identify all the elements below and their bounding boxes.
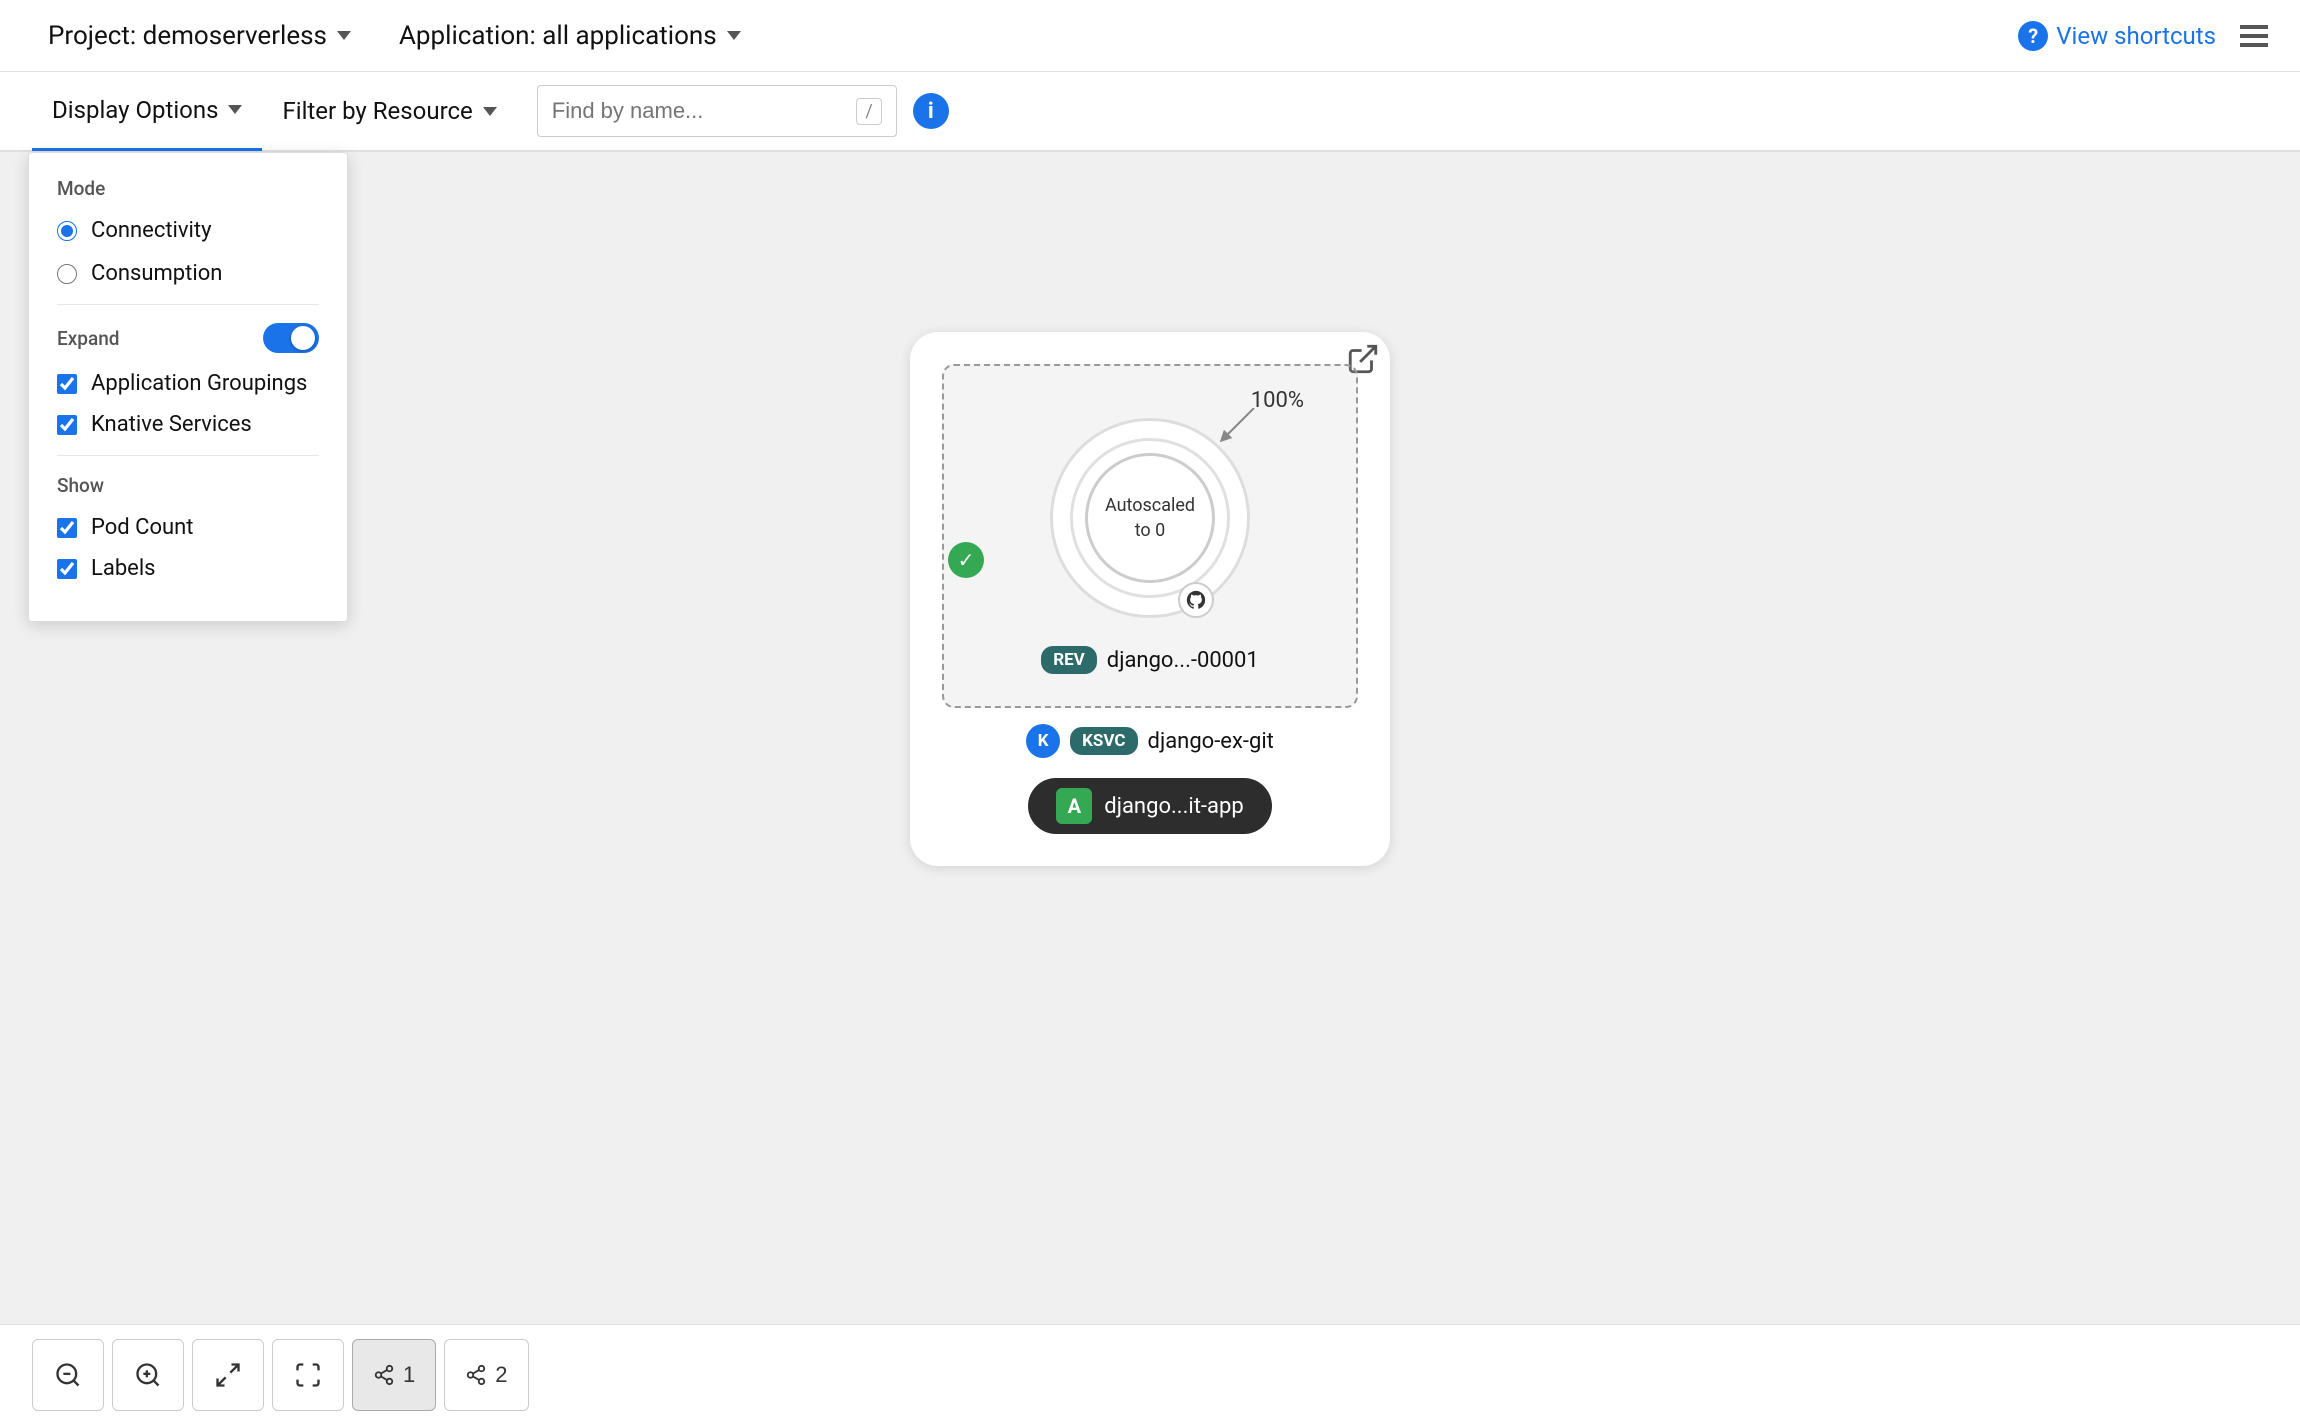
display-options-chevron-icon	[228, 105, 242, 114]
search-input[interactable]	[552, 98, 847, 124]
connectivity-label: Connectivity	[91, 218, 212, 243]
ksvc-row: K KSVC django-ex-git	[942, 724, 1358, 758]
autoscaled-text: Autoscaled to 0	[1105, 493, 1195, 543]
expand-row: Expand	[57, 323, 319, 353]
app-letter-badge: A	[1056, 788, 1092, 824]
node-circle-inner: Autoscaled to 0	[1070, 438, 1230, 598]
expand-label: Expand	[57, 327, 120, 350]
help-icon: ?	[2018, 21, 2048, 51]
topology-layout-1-button[interactable]: 1	[352, 1339, 436, 1411]
connectivity-radio[interactable]: Connectivity	[57, 218, 319, 243]
ksvc-name: django-ex-git	[1148, 729, 1274, 754]
consumption-radio-input[interactable]	[57, 264, 77, 284]
show-label: Show	[57, 474, 319, 497]
fullscreen-button[interactable]	[272, 1339, 344, 1411]
toolbar: Display Options Filter by Resource / i	[0, 72, 2300, 152]
zoom-out-button[interactable]	[32, 1339, 104, 1411]
app-label-row: A django...it-app	[942, 778, 1358, 834]
expand-toggle[interactable]	[263, 323, 319, 353]
pod-count-label: Pod Count	[91, 515, 194, 540]
app-group-card: 100%	[910, 332, 1390, 866]
node-circle-core: Autoscaled to 0	[1085, 453, 1215, 583]
pod-count-checkbox-input[interactable]	[57, 518, 77, 538]
topo-1-label: 1	[403, 1362, 415, 1388]
app-name: django...it-app	[1104, 794, 1243, 819]
project-chevron-icon	[337, 31, 351, 40]
app-label: Application: all applications	[399, 21, 717, 51]
display-options-dropdown: Mode Connectivity Consumption Expand App…	[28, 152, 348, 622]
filter-resource-label: Filter by Resource	[282, 97, 472, 125]
bottom-toolbar: 1 2	[0, 1324, 2300, 1424]
success-check-icon: ✓	[948, 542, 984, 578]
app-chevron-icon	[727, 31, 741, 40]
app-group-inner: 100%	[942, 364, 1358, 708]
info-icon[interactable]: i	[913, 93, 949, 129]
display-options-button[interactable]: Display Options	[32, 71, 262, 151]
fit-button[interactable]	[192, 1339, 264, 1411]
rev-name: django...-00001	[1107, 648, 1259, 673]
project-label: Project: demoserverless	[48, 21, 327, 51]
rev-badge: REV	[1041, 646, 1097, 674]
connectivity-radio-input[interactable]	[57, 221, 77, 241]
app-selector[interactable]: Application: all applications	[367, 13, 773, 59]
view-shortcuts-label: View shortcuts	[2056, 22, 2216, 50]
topology-container: 100%	[910, 332, 1390, 866]
github-badge[interactable]	[1178, 582, 1214, 618]
filter-resource-button[interactable]: Filter by Resource	[262, 71, 516, 151]
topology-layout-2-button[interactable]: 2	[444, 1339, 528, 1411]
list-view-icon[interactable]	[2240, 25, 2268, 47]
zoom-in-button[interactable]	[112, 1339, 184, 1411]
ksvc-badge: KSVC	[1070, 727, 1137, 755]
view-shortcuts-link[interactable]: ? View shortcuts	[2018, 21, 2216, 51]
consumption-radio[interactable]: Consumption	[57, 261, 319, 286]
divider-2	[57, 455, 319, 456]
rev-row: REV django...-00001	[976, 646, 1324, 674]
labels-checkbox-input[interactable]	[57, 559, 77, 579]
mode-label: Mode	[57, 177, 319, 200]
topo-2-label: 2	[495, 1362, 507, 1388]
consumption-label: Consumption	[91, 261, 222, 286]
app-groupings-label: Application Groupings	[91, 371, 307, 396]
k-badge: K	[1026, 724, 1060, 758]
filter-resource-chevron-icon	[483, 107, 497, 116]
app-label-card[interactable]: A django...it-app	[1028, 778, 1271, 834]
pod-count-checkbox[interactable]: Pod Count	[57, 515, 319, 540]
project-selector[interactable]: Project: demoserverless	[32, 13, 367, 59]
knative-services-label: Knative Services	[91, 412, 252, 437]
display-options-label: Display Options	[52, 96, 218, 124]
knative-services-checkbox-input[interactable]	[57, 415, 77, 435]
node-circle-outer[interactable]: Autoscaled to 0	[1050, 418, 1250, 618]
search-box[interactable]: /	[537, 85, 897, 137]
app-groupings-checkbox[interactable]: Application Groupings	[57, 371, 319, 396]
app-groupings-checkbox-input[interactable]	[57, 374, 77, 394]
slash-key-badge: /	[856, 98, 881, 125]
topbar: Project: demoserverless Application: all…	[0, 0, 2300, 72]
divider-1	[57, 304, 319, 305]
labels-checkbox[interactable]: Labels	[57, 556, 319, 581]
knative-services-checkbox[interactable]: Knative Services	[57, 412, 319, 437]
labels-label: Labels	[91, 556, 156, 581]
